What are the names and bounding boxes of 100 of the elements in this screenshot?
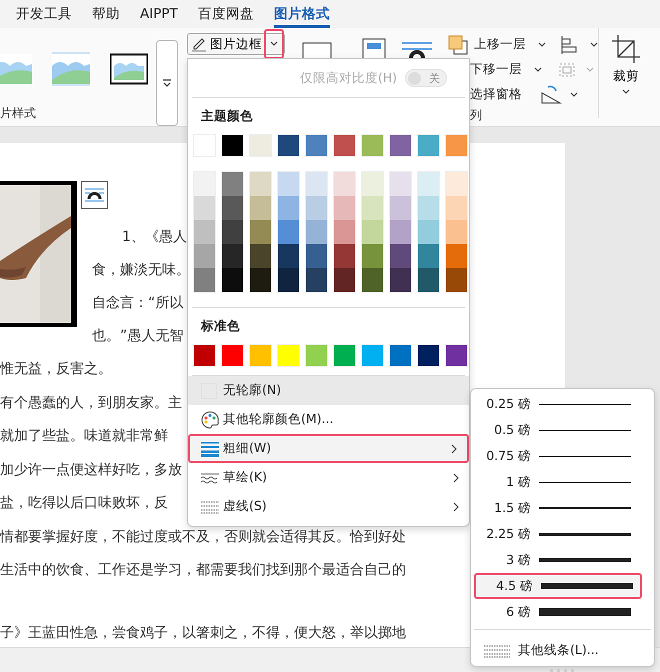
color-swatch[interactable] <box>362 220 383 244</box>
color-swatch[interactable] <box>361 134 384 157</box>
line-weight-option[interactable]: 6 磅 <box>474 599 642 625</box>
color-swatch[interactable] <box>334 196 355 220</box>
color-swatch[interactable] <box>446 172 467 196</box>
crop-button[interactable]: 裁剪 <box>611 34 641 95</box>
bring-forward-icon[interactable] <box>448 34 468 54</box>
color-swatch[interactable] <box>362 244 383 268</box>
color-swatch[interactable] <box>194 244 215 268</box>
send-backward-label[interactable]: 下移一层 <box>470 61 526 78</box>
color-swatch[interactable] <box>278 172 299 196</box>
layout-options-icon[interactable] <box>81 181 108 209</box>
color-swatch[interactable] <box>446 244 467 268</box>
color-swatch[interactable] <box>194 268 215 292</box>
picture-style-thumbnail[interactable] <box>52 52 90 86</box>
color-swatch[interactable] <box>445 344 468 367</box>
color-swatch[interactable] <box>250 268 271 292</box>
color-swatch[interactable] <box>334 244 355 268</box>
color-swatch[interactable] <box>389 344 412 367</box>
color-swatch[interactable] <box>250 172 271 196</box>
color-swatch[interactable] <box>221 344 244 367</box>
color-swatch[interactable] <box>249 134 272 157</box>
color-swatch[interactable] <box>222 220 243 244</box>
color-swatch[interactable] <box>418 220 439 244</box>
picture-style-thumbnail[interactable] <box>110 52 148 86</box>
line-weight-option[interactable]: 0.75 磅 <box>474 443 642 469</box>
color-swatch[interactable] <box>418 268 439 292</box>
color-swatch[interactable] <box>277 134 300 157</box>
color-swatch[interactable] <box>278 196 299 220</box>
color-swatch[interactable] <box>194 220 215 244</box>
caret-icon[interactable] <box>534 66 542 72</box>
color-swatch[interactable] <box>389 134 412 157</box>
menu-item[interactable]: 粗细(W) <box>188 434 469 463</box>
color-swatch[interactable] <box>306 220 327 244</box>
ribbon-tab[interactable]: 帮助 <box>92 0 120 28</box>
color-swatch[interactable] <box>333 344 356 367</box>
color-swatch[interactable] <box>193 344 216 367</box>
color-swatch[interactable] <box>222 172 243 196</box>
line-weight-option[interactable]: 0.25 磅 <box>474 391 642 417</box>
color-swatch[interactable] <box>417 344 440 367</box>
color-swatch[interactable] <box>249 344 272 367</box>
line-weight-option[interactable]: 0.5 磅 <box>474 417 642 443</box>
color-swatch[interactable] <box>305 344 328 367</box>
color-swatch[interactable] <box>194 172 215 196</box>
color-swatch[interactable] <box>334 172 355 196</box>
color-swatch[interactable] <box>278 220 299 244</box>
caret-icon[interactable] <box>538 42 546 48</box>
ribbon-tab[interactable]: 百度网盘 <box>198 0 254 28</box>
color-swatch[interactable] <box>446 196 467 220</box>
color-swatch[interactable] <box>305 134 328 157</box>
ribbon-tab[interactable]: 开发工具 <box>16 0 72 28</box>
color-swatch[interactable] <box>306 196 327 220</box>
color-swatch[interactable] <box>250 244 271 268</box>
gallery-more-button[interactable] <box>156 40 178 126</box>
line-weight-option[interactable]: 3 磅 <box>474 547 642 573</box>
color-swatch[interactable] <box>361 344 384 367</box>
ribbon-tab[interactable]: AIPPT <box>140 0 178 28</box>
color-swatch[interactable] <box>306 244 327 268</box>
picture-style-thumbnail[interactable] <box>0 52 32 86</box>
color-swatch[interactable] <box>277 344 300 367</box>
line-weight-option[interactable]: 4.5 磅 <box>474 573 642 599</box>
rotate-icon[interactable] <box>540 84 562 104</box>
menu-item[interactable]: 其他轮廓颜色(M)... <box>188 405 469 434</box>
line-weight-option[interactable]: 1 磅 <box>474 469 642 495</box>
bring-forward-label[interactable]: 上移一层 <box>474 36 530 53</box>
color-swatch[interactable] <box>278 268 299 292</box>
color-swatch[interactable] <box>334 220 355 244</box>
menu-item[interactable]: 无轮廓(N) <box>188 376 469 405</box>
menu-item[interactable]: 虚线(S) <box>188 492 469 521</box>
color-swatch[interactable] <box>390 268 411 292</box>
menu-item[interactable]: 草绘(K) <box>188 463 469 492</box>
color-swatch[interactable] <box>278 244 299 268</box>
color-swatch[interactable] <box>194 196 215 220</box>
caret-icon[interactable] <box>590 42 598 48</box>
color-swatch[interactable] <box>418 244 439 268</box>
color-swatch[interactable] <box>362 196 383 220</box>
line-weight-option[interactable]: 1.5 磅 <box>474 495 642 521</box>
color-swatch[interactable] <box>222 244 243 268</box>
caret-icon[interactable] <box>570 92 578 98</box>
color-swatch[interactable] <box>390 244 411 268</box>
color-swatch[interactable] <box>418 172 439 196</box>
color-swatch[interactable] <box>445 134 468 157</box>
color-swatch[interactable] <box>390 220 411 244</box>
selection-pane-label[interactable]: 选择窗格 <box>470 86 526 103</box>
color-swatch[interactable] <box>390 172 411 196</box>
color-swatch[interactable] <box>222 196 243 220</box>
line-weight-option[interactable]: 2.25 磅 <box>474 521 642 547</box>
color-swatch[interactable] <box>222 268 243 292</box>
color-swatch[interactable] <box>306 268 327 292</box>
color-swatch[interactable] <box>418 196 439 220</box>
color-swatch[interactable] <box>446 220 467 244</box>
color-swatch[interactable] <box>417 134 440 157</box>
color-swatch[interactable] <box>362 172 383 196</box>
color-swatch[interactable] <box>390 196 411 220</box>
color-swatch[interactable] <box>250 220 271 244</box>
color-swatch[interactable] <box>446 268 467 292</box>
color-swatch[interactable] <box>221 134 244 157</box>
color-swatch[interactable] <box>334 268 355 292</box>
menu-item[interactable]: 其他线条(L)... <box>471 634 599 659</box>
color-swatch[interactable] <box>306 172 327 196</box>
